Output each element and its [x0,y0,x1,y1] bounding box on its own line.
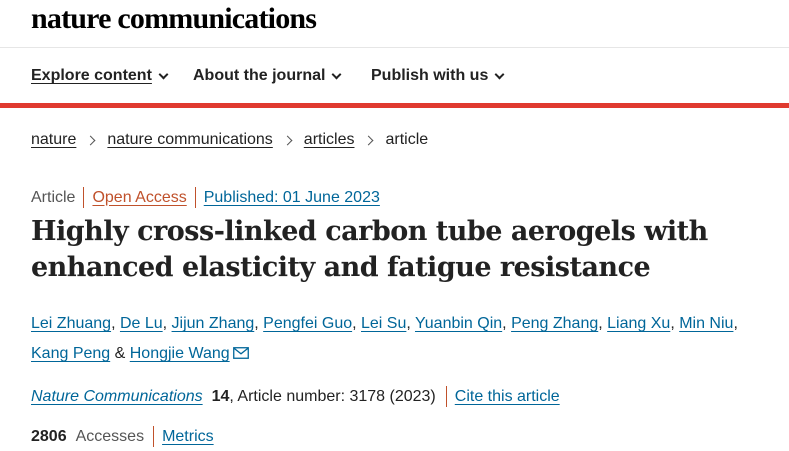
author-link[interactable]: De Lu [120,315,163,332]
article-title: Highly cross-linked carbon tube aerogels… [31,216,708,283]
breadcrumb: nature nature communications articles ar… [31,131,428,149]
metrics-link[interactable]: Metrics [162,428,214,446]
accesses-count: 2806 [31,427,67,445]
nav-explore-content-label: Explore content [31,67,152,84]
article-type: Article [31,188,76,206]
breadcrumb-current: article [385,131,429,148]
author-link[interactable]: Min Niu [679,315,733,332]
author-link[interactable]: Lei Zhuang [31,315,111,332]
published-date-link[interactable]: Published: 01 June 2023 [204,189,380,207]
nav-publish-with-us-label: Publish with us [371,67,489,84]
cite-this-article-link[interactable]: Cite this article [455,388,560,406]
envelope-icon[interactable] [232,340,249,370]
meta-divider [194,187,196,208]
chevron-right-icon [282,135,293,145]
author-link[interactable]: Pengfei Guo [263,315,352,332]
chevron-down-icon [331,69,342,79]
nav-publish-with-us[interactable]: Publish with us [371,67,505,85]
journal-logo[interactable]: nature communications [31,2,317,36]
main-nav: Explore content About the journal Publis… [0,48,789,103]
citation-divider [445,386,447,407]
breadcrumb-nature[interactable]: nature [31,131,76,149]
journal-link[interactable]: Nature Communications [31,388,203,406]
chevron-right-icon [364,135,374,145]
site-header: nature communications [0,0,789,48]
nav-about-journal-label: About the journal [193,67,326,84]
author-link[interactable]: Jijun Zhang [172,315,255,332]
author-list: Lei Zhuang, De Lu, Jijun Zhang, Pengfei … [31,309,771,370]
chevron-down-icon [494,69,505,79]
author-link[interactable]: Kang Peng [31,345,110,362]
author-link[interactable]: Liang Xu [607,315,670,332]
breadcrumb-nature-communications[interactable]: nature communications [107,131,272,149]
volume-number: 14 [211,387,230,405]
nav-explore-content[interactable]: Explore content [31,67,169,85]
author-link[interactable]: Lei Su [361,315,406,332]
breadcrumb-articles[interactable]: articles [304,131,355,149]
author-link[interactable]: Yuanbin Qin [415,315,502,332]
author-link[interactable]: Hongjie Wang [130,345,230,362]
article-meta: Article Open Access Published: 01 June 2… [31,187,380,208]
author-link[interactable]: Peng Zhang [511,315,598,332]
accesses-label: Accesses [75,427,145,445]
accent-bar [0,103,789,108]
chevron-down-icon [158,69,169,79]
nav-about-journal[interactable]: About the journal [193,67,342,85]
chevron-right-icon [85,135,96,145]
meta-divider [83,187,85,208]
metrics-row: 2806 Accesses Metrics [31,426,214,447]
article-number: , Article number: 3178 (2023) [229,387,436,405]
open-access-link[interactable]: Open Access [92,189,186,207]
metrics-divider [153,426,155,447]
citation-row: Nature Communications 14 , Article numbe… [31,386,560,407]
